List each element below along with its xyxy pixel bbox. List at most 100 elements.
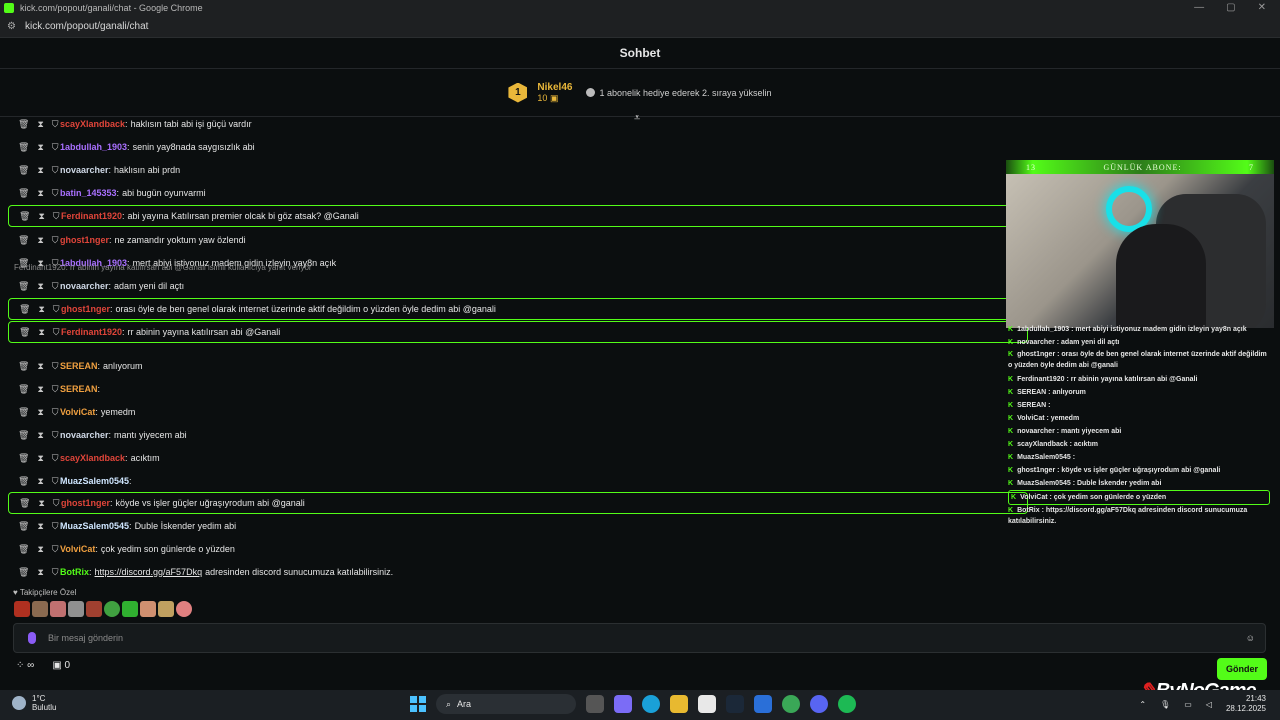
- chat-message[interactable]: 🗑 ⧗ ⛉ batin_145353: abi bugün oyunvarmi: [8, 182, 1028, 204]
- emote[interactable]: [50, 601, 66, 617]
- delete-icon[interactable]: 🗑: [18, 281, 29, 292]
- username[interactable]: scayXlandback: [60, 119, 125, 129]
- delete-icon[interactable]: 🗑: [18, 188, 29, 199]
- chat-message[interactable]: 🗑 ⧗ ⛉ novaarcher: mantı yiyecem abi: [8, 424, 1028, 446]
- app-icon[interactable]: [754, 695, 772, 713]
- weather-widget[interactable]: 1°C Bulutlu: [12, 694, 56, 712]
- chat-message[interactable]: 🗑 ⧗ ⛉ scayXlandback: haklısın tabi abi işi g…: [8, 118, 1028, 135]
- network-icon[interactable]: ▭: [1184, 700, 1192, 709]
- shield-icon[interactable]: ⛉: [52, 407, 59, 418]
- delete-icon[interactable]: 🗑: [18, 567, 29, 578]
- delete-icon[interactable]: 🗑: [18, 142, 29, 153]
- shield-icon[interactable]: ⛉: [52, 384, 59, 395]
- close-button[interactable]: ✕: [1258, 2, 1266, 13]
- timeout-icon[interactable]: ⧗: [37, 544, 43, 555]
- mic-icon[interactable]: [28, 632, 36, 644]
- username[interactable]: VolviCat: [60, 544, 95, 554]
- infinity-icon[interactable]: ⁘ ∞: [16, 660, 34, 671]
- chat-message[interactable]: 🗑 ⧗ ⛉ BotRix: https://discord.gg/aF57Dkq adre…: [8, 561, 1028, 578]
- username[interactable]: Ferdinant1920: [61, 327, 122, 337]
- emote[interactable]: [14, 601, 30, 617]
- url-text[interactable]: kick.com/popout/ganali/chat: [25, 21, 148, 32]
- chat-message[interactable]: 🗑 ⧗ ⛉ Ferdinant1920: rr abinin yayına katılı…: [8, 321, 1028, 343]
- username[interactable]: novaarcher: [60, 165, 109, 175]
- taskbar-search[interactable]: ⌕ Ara: [436, 694, 576, 714]
- username[interactable]: ghost1nger: [61, 498, 110, 508]
- username[interactable]: 1abdullah_1903: [60, 142, 127, 152]
- shield-icon[interactable]: ⛉: [52, 567, 59, 578]
- volume-icon[interactable]: ◁: [1206, 700, 1212, 709]
- clock[interactable]: 21:43 28.12.2025: [1226, 694, 1266, 714]
- leader-name[interactable]: Nikel46: [537, 82, 572, 93]
- explorer-icon[interactable]: [670, 695, 688, 713]
- timeout-icon[interactable]: ⧗: [37, 430, 43, 441]
- timeout-icon[interactable]: ⧗: [37, 384, 43, 395]
- delete-icon[interactable]: 🗑: [18, 119, 29, 130]
- emote[interactable]: [140, 601, 156, 617]
- chat-message[interactable]: 🗑 ⧗ ⛉ novaarcher: haklısın abi prdn: [8, 159, 1028, 181]
- copilot-icon[interactable]: [614, 695, 632, 713]
- shield-icon[interactable]: ⛉: [52, 165, 59, 176]
- chevron-up-icon[interactable]: ⌃: [1139, 700, 1146, 709]
- delete-icon[interactable]: 🗑: [19, 211, 30, 222]
- timeout-icon[interactable]: ⧗: [37, 281, 43, 292]
- maximize-button[interactable]: ▢: [1226, 2, 1235, 13]
- emote[interactable]: [68, 601, 84, 617]
- timeout-icon[interactable]: ⧗: [37, 188, 43, 199]
- delete-icon[interactable]: 🗑: [18, 235, 29, 246]
- minimize-button[interactable]: —: [1194, 2, 1204, 13]
- chat-message[interactable]: 🗑 ⧗ ⛉ VolviCat: çok yedim son günlerde o yüz…: [8, 538, 1028, 560]
- emote[interactable]: [122, 601, 138, 617]
- chat-message[interactable]: 🗑 ⧗ ⛉ 1abdullah_1903: senin yay8nada saygısı…: [8, 136, 1028, 158]
- timeout-icon[interactable]: ⧗: [37, 235, 43, 246]
- emote[interactable]: [104, 601, 120, 617]
- shield-icon[interactable]: ⛉: [52, 453, 59, 464]
- site-settings-icon[interactable]: ⚙: [7, 21, 19, 32]
- shield-icon[interactable]: ⛉: [52, 188, 59, 199]
- timeout-icon[interactable]: ⧗: [38, 304, 44, 315]
- gift-count[interactable]: ▣ 0: [52, 660, 70, 671]
- shield-icon[interactable]: ⛉: [52, 281, 59, 292]
- timeout-icon[interactable]: ⧗: [37, 521, 43, 532]
- shield-icon[interactable]: ⛉: [52, 476, 59, 487]
- discord-icon[interactable]: [810, 695, 828, 713]
- shield-icon[interactable]: ⛉: [53, 327, 60, 338]
- username[interactable]: ghost1nger: [61, 304, 110, 314]
- emote[interactable]: [176, 601, 192, 617]
- emote[interactable]: [158, 601, 174, 617]
- delete-icon[interactable]: 🗑: [18, 476, 29, 487]
- delete-icon[interactable]: 🗑: [18, 453, 29, 464]
- shield-icon[interactable]: ⛉: [52, 142, 59, 153]
- chat-message[interactable]: 🗑 ⧗ ⛉ SEREAN: anlıyorum: [8, 355, 1028, 377]
- username[interactable]: SEREAN: [60, 361, 98, 371]
- shield-icon[interactable]: ⛉: [52, 544, 59, 555]
- chat-message[interactable]: 🗑 ⧗ ⛉ MuazSalem0545: Duble İskender yedim ab…: [8, 515, 1028, 537]
- shield-icon[interactable]: ⛉: [53, 304, 60, 315]
- timeout-icon[interactable]: ⧗: [37, 407, 43, 418]
- username[interactable]: SEREAN: [60, 384, 98, 394]
- chat-message[interactable]: 🗑 ⧗ ⛉ ghost1nger: orası öyle de ben genel ol…: [8, 298, 1028, 320]
- username[interactable]: batin_145353: [60, 188, 117, 198]
- emote[interactable]: [32, 601, 48, 617]
- delete-icon[interactable]: 🗑: [18, 384, 29, 395]
- steam-icon[interactable]: [726, 695, 744, 713]
- delete-icon[interactable]: 🗑: [18, 521, 29, 532]
- send-button[interactable]: Gönder: [1217, 658, 1267, 680]
- chat-message[interactable]: 🗑 ⧗ ⛉ VolviCat: yemedm: [8, 401, 1028, 423]
- delete-icon[interactable]: 🗑: [18, 430, 29, 441]
- delete-icon[interactable]: 🗑: [18, 407, 29, 418]
- timeout-icon[interactable]: ⧗: [37, 165, 43, 176]
- timeout-icon[interactable]: ⧗: [38, 211, 44, 222]
- chat-message[interactable]: 🗑 ⧗ ⛉ ghost1nger: ne zamandır yoktum yaw özl…: [8, 229, 1028, 251]
- shield-icon[interactable]: ⛉: [52, 430, 59, 441]
- shield-icon[interactable]: ⛉: [52, 235, 59, 246]
- username[interactable]: BotRix: [60, 567, 89, 577]
- chat-message[interactable]: 🗑 ⧗ ⛉ scayXlandback: acıktım: [8, 447, 1028, 469]
- delete-icon[interactable]: 🗑: [19, 327, 30, 338]
- delete-icon[interactable]: 🗑: [19, 304, 30, 315]
- timeout-icon[interactable]: ⧗: [37, 119, 43, 130]
- shield-icon[interactable]: ⛉: [52, 119, 59, 130]
- shield-icon[interactable]: ⛉: [52, 521, 59, 532]
- username[interactable]: novaarcher: [60, 281, 109, 291]
- username[interactable]: MuazSalem0545: [60, 521, 129, 531]
